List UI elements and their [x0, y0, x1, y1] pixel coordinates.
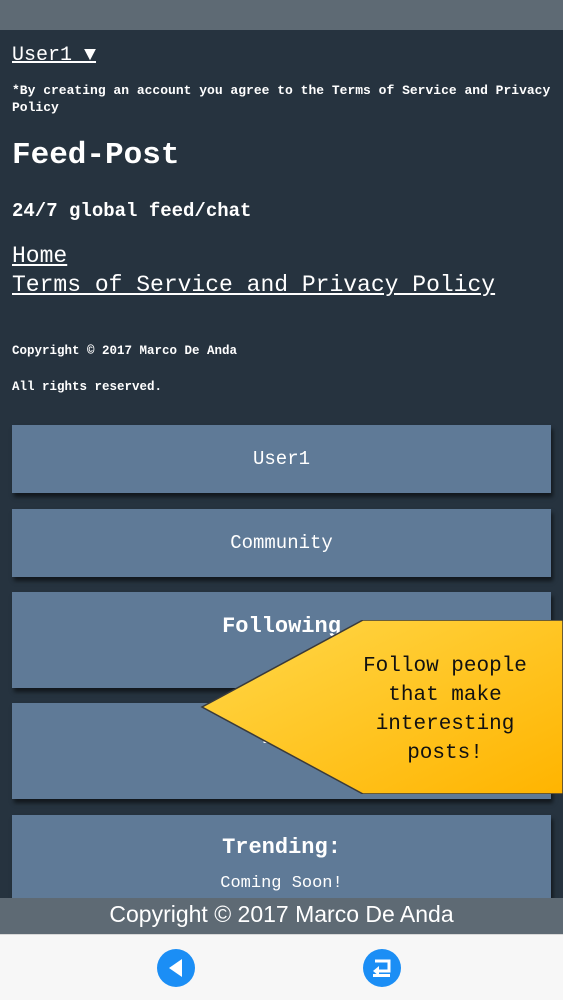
copyright-note: Copyright © 2017 Marco De Anda [12, 344, 238, 358]
tooltip-text: Follow people that make interesting post… [363, 655, 527, 765]
trending-sub-label: Coming Soon! [220, 874, 343, 893]
trending-button-label: Trending: [222, 835, 341, 860]
community-button[interactable]: Community [12, 509, 551, 577]
terms-disclaimer: *By creating an account you agree to the… [12, 83, 551, 115]
user-menu-dropdown[interactable]: User1 ▼ [12, 44, 96, 67]
return-icon [373, 959, 391, 977]
status-strip [0, 0, 563, 30]
terms-link[interactable]: Terms of Service and Privacy Policy [12, 271, 512, 300]
community-button-label: Community [230, 532, 333, 554]
site-title: Feed-Post [12, 138, 180, 173]
return-button[interactable] [363, 949, 401, 987]
nav-links: Home Terms of Service and Privacy Policy [12, 242, 512, 300]
user-button[interactable]: User1 [12, 425, 551, 493]
rights-note: All rights reserved. [12, 380, 163, 394]
home-link[interactable]: Home [12, 242, 512, 271]
user-button-label: User1 [252, 448, 310, 470]
footer-copyright: Copyright © 2017 Marco De Anda [0, 898, 563, 934]
trending-button[interactable]: Trending: Coming Soon! [12, 815, 551, 898]
site-tagline: 24/7 global feed/chat [12, 200, 252, 222]
back-arrow-icon [169, 959, 182, 977]
bottom-toolbar [0, 934, 563, 1000]
back-button[interactable] [157, 949, 195, 987]
